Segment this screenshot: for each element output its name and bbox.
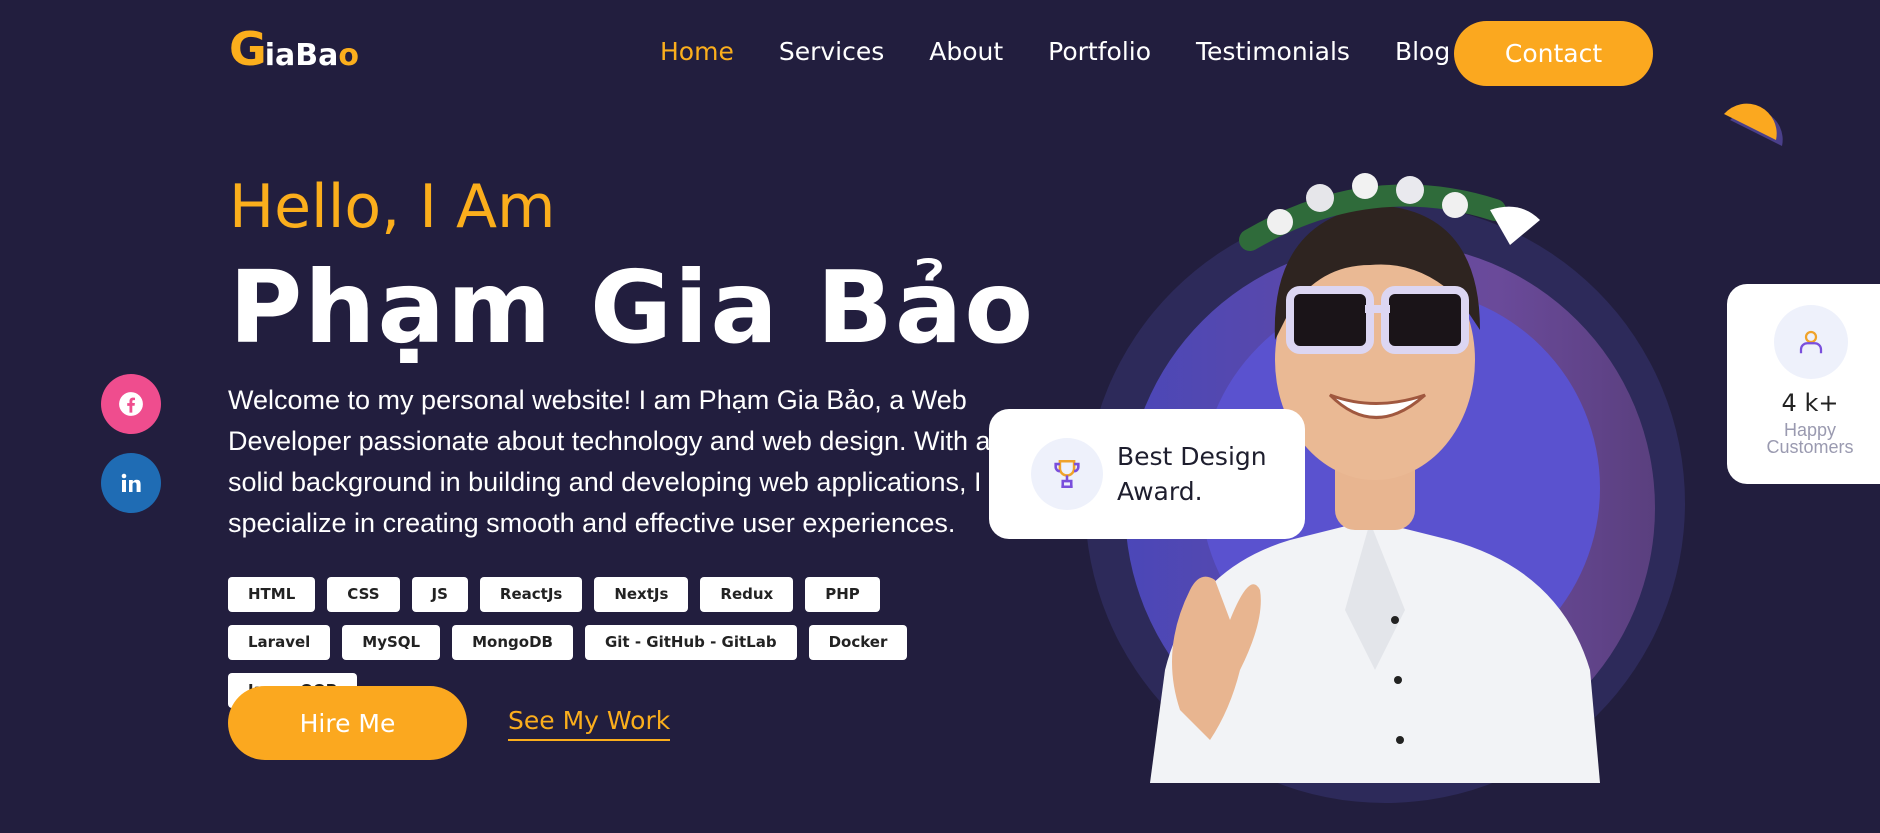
logo-text-part1: ia (264, 38, 296, 73)
award-title-line1: Best Design (1117, 442, 1267, 471)
linkedin-icon (121, 473, 141, 492)
skill-tag: Docker (808, 625, 908, 660)
skill-tag: PHP (805, 577, 880, 612)
skill-tag: Redux (700, 577, 794, 612)
hero-intro: Welcome to my personal website! I am Phạ… (228, 385, 991, 538)
logo-text-part3: o (338, 38, 360, 73)
see-my-work-link[interactable]: See My Work (508, 706, 671, 741)
skill-tag: Git - GitHub - GitLab (584, 625, 797, 660)
user-icon (1774, 305, 1848, 379)
customers-label-line2: Customers (1766, 437, 1854, 457)
skill-tag: MySQL (342, 625, 441, 660)
linkedin-button[interactable] (101, 453, 161, 513)
nav-home[interactable]: Home (660, 36, 734, 68)
happy-customers-card: 4 k+ Happy Customers (1727, 284, 1880, 484)
logo-initial: G (229, 22, 267, 76)
hire-me-button[interactable]: Hire Me (228, 686, 467, 760)
skill-tag: NextJs (594, 577, 689, 612)
skill-tag: JS (411, 577, 468, 612)
contact-button[interactable]: Contact (1454, 21, 1653, 86)
skill-tag: Laravel (228, 625, 331, 660)
facebook-icon (119, 392, 143, 416)
best-design-award-card: Best Design Award. (989, 409, 1305, 539)
nav-about[interactable]: About (929, 36, 1003, 68)
hero-greeting: Hello, I Am (229, 172, 556, 242)
skill-tag: HTML (228, 577, 316, 612)
main-nav: Home Services About Portfolio Testimonia… (660, 36, 1495, 68)
nav-testimonials[interactable]: Testimonials (1196, 36, 1350, 68)
hero-name: Phạm Gia Bảo (229, 249, 1036, 366)
skill-tag: CSS (327, 577, 400, 612)
nav-services[interactable]: Services (779, 36, 884, 68)
customers-count: 4 k+ (1781, 389, 1839, 417)
site-logo[interactable]: GiaBao (229, 26, 359, 72)
nav-portfolio[interactable]: Portfolio (1048, 36, 1151, 68)
nav-blog[interactable]: Blog (1395, 36, 1450, 68)
facebook-button[interactable] (101, 374, 161, 434)
logo-text-part2: Ba (295, 38, 339, 73)
trophy-icon (1031, 438, 1103, 510)
customers-label: Happy Customers (1727, 421, 1880, 457)
skill-tag: ReactJs (479, 577, 583, 612)
award-title-line2: Award. (1117, 477, 1203, 506)
decorative-half-circle-icon (1724, 103, 1783, 146)
skill-tag: MongoDB (452, 625, 573, 660)
